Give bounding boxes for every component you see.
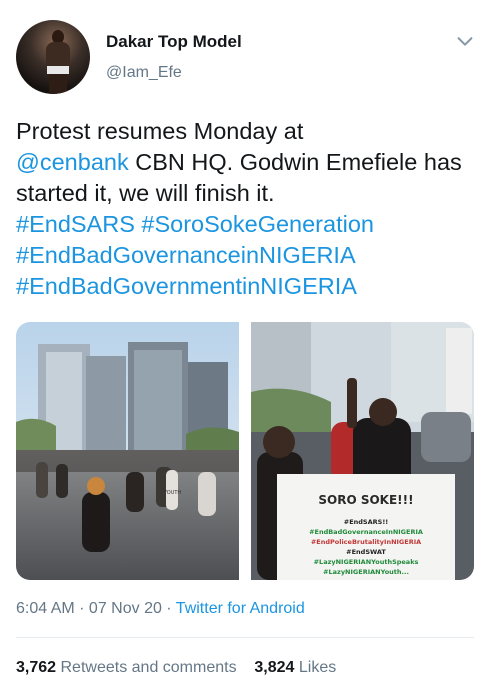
hashtag-link[interactable]: #SoroSokeGeneration bbox=[141, 211, 374, 237]
meta-separator: · bbox=[74, 600, 89, 617]
photo-protesters-with-sign[interactable]: SORO SOKE!!! #EndSARS!! #EndBadGovernanc… bbox=[251, 322, 474, 580]
tweet-text-lead: Protest resumes Monday at bbox=[16, 118, 304, 144]
hashtag-link[interactable]: #EndBadGovernanceinNIGERIA bbox=[16, 242, 356, 268]
tweet-text: Protest resumes Monday at @cenbank CBN H… bbox=[16, 116, 476, 302]
tweet-source-link[interactable]: Twitter for Android bbox=[176, 600, 305, 617]
tweet-header: Dakar Top Model @Iam_Efe bbox=[0, 0, 490, 100]
avatar-figure-legs bbox=[49, 74, 67, 94]
tweet-media: YOUTH SORO SOKE!!! #EndSARS!! #EndBadGov… bbox=[16, 322, 474, 580]
avatar[interactable] bbox=[16, 20, 90, 94]
divider bbox=[16, 637, 474, 638]
sign-line: #LazyNIGERIANYouthSpeaks bbox=[314, 558, 419, 566]
sign-line: #EndBadGovernanceInNIGERIA bbox=[309, 528, 423, 536]
avatar-figure-shorts bbox=[47, 66, 69, 74]
likes-stat[interactable]: 3,824 Likes bbox=[254, 659, 336, 676]
retweets-label: Retweets and comments bbox=[60, 659, 237, 676]
tweet-date: 07 Nov 20 bbox=[88, 600, 162, 617]
retweets-count: 3,762 bbox=[16, 659, 57, 676]
tweet-time: 6:04 AM bbox=[16, 600, 75, 617]
hashtag-link[interactable]: #EndBadGovernmentinNIGERIA bbox=[16, 273, 357, 299]
sign-line: #EndPoliceBrutalityInNIGERIA bbox=[311, 538, 421, 546]
photo-cbn-headquarters[interactable]: YOUTH bbox=[16, 322, 239, 580]
protest-street-illustration: YOUTH bbox=[16, 322, 239, 580]
mention-link[interactable]: @cenbank bbox=[16, 149, 129, 175]
likes-count: 3,824 bbox=[254, 659, 295, 676]
retweets-stat[interactable]: 3,762 Retweets and comments bbox=[16, 659, 237, 676]
tweet-meta: 6:04 AM · 07 Nov 20 · Twitter for Androi… bbox=[16, 600, 305, 618]
author-display-name[interactable]: Dakar Top Model bbox=[106, 32, 242, 52]
sign-line: #EndSWAT bbox=[346, 548, 386, 556]
tweet-stats: 3,762 Retweets and comments 3,824 Likes bbox=[16, 659, 336, 677]
shirt-print-text: YOUTH bbox=[163, 490, 181, 496]
meta-separator: · bbox=[161, 600, 176, 617]
sign-line: #LazyNIGERIANYouth... bbox=[323, 568, 409, 576]
hashtag-link[interactable]: #EndSARS bbox=[16, 211, 135, 237]
protesters-illustration: SORO SOKE!!! #EndSARS!! #EndBadGovernanc… bbox=[251, 322, 474, 580]
sign-line: #EndSARS!! bbox=[344, 518, 389, 526]
chevron-down-icon[interactable] bbox=[454, 30, 476, 52]
likes-label: Likes bbox=[298, 659, 337, 676]
sign-title: SORO SOKE!!! bbox=[318, 493, 413, 507]
author-handle[interactable]: @Iam_Efe bbox=[106, 64, 182, 82]
